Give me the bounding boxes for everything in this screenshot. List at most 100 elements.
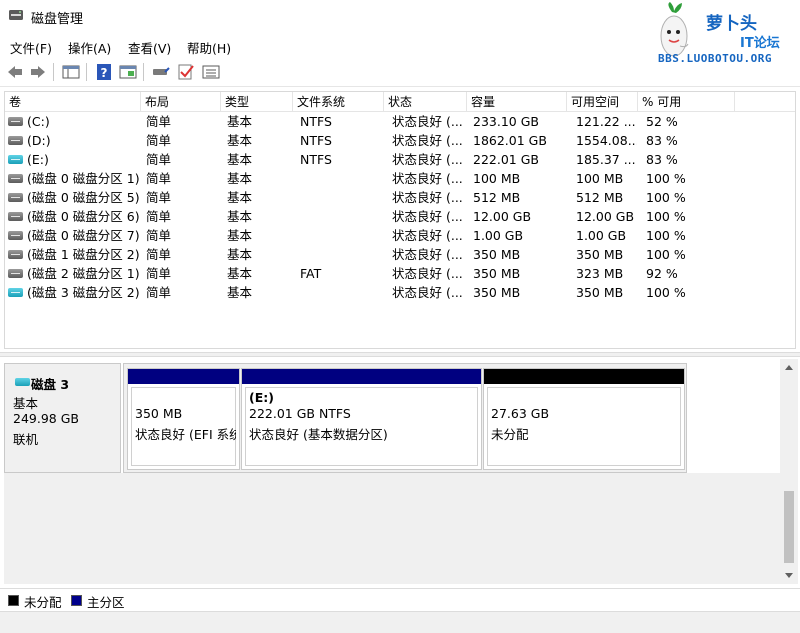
column-header-filesystem[interactable]: 文件系统	[293, 92, 384, 112]
list-view-icon[interactable]	[201, 62, 221, 82]
partition-type-bar	[242, 369, 481, 384]
volume-row[interactable]: (E:) 简单 基本 NTFS 状态良好 (... 222.01 GB 185.…	[5, 150, 795, 169]
partition-unallocated[interactable]: 27.63 GB 未分配	[483, 368, 685, 470]
volume-free-space: 100 MB	[576, 171, 624, 186]
disk-management-app-icon	[9, 10, 23, 20]
volume-status: 状态良好 (...	[392, 171, 463, 186]
volume-layout: 简单	[146, 285, 172, 300]
volume-row[interactable]: (磁盘 3 磁盘分区 2) 简单 基本 状态良好 (... 350 MB 350…	[5, 283, 795, 302]
menu-action[interactable]: 操作(A)	[68, 38, 111, 57]
console-tree-icon[interactable]	[61, 62, 81, 82]
volume-drive-icon	[8, 212, 23, 221]
volume-row[interactable]: (磁盘 0 磁盘分区 5) 简单 基本 状态良好 (... 512 MB 512…	[5, 188, 795, 207]
disk-drive-icon	[15, 378, 30, 386]
column-header-free-space[interactable]: 可用空间	[567, 92, 638, 112]
volume-capacity: 12.00 GB	[473, 209, 532, 224]
svg-text:?: ?	[101, 66, 108, 80]
volume-name: (磁盘 0 磁盘分区 1)	[27, 171, 139, 186]
partition-efi[interactable]: 350 MB 状态良好 (EFI 系统	[127, 368, 240, 470]
volume-layout: 简单	[146, 114, 172, 129]
forward-arrow-icon[interactable]	[28, 62, 48, 82]
help-icon[interactable]: ?	[94, 62, 114, 82]
column-header-type[interactable]: 类型	[221, 92, 293, 112]
volume-row[interactable]: (磁盘 0 磁盘分区 1) 简单 基本 状态良好 (... 100 MB 100…	[5, 169, 795, 188]
column-header-percent-free[interactable]: % 可用	[638, 92, 735, 112]
check-icon[interactable]	[176, 62, 196, 82]
partition-type-bar	[128, 369, 239, 384]
watermark-brand: 萝卜头	[706, 14, 757, 34]
volume-free-space: 1554.08...	[576, 133, 637, 148]
legend-bar: 未分配 主分区	[0, 588, 800, 610]
partition-size: 350 MB	[135, 406, 183, 421]
volume-row[interactable]: (磁盘 0 磁盘分区 6) 简单 基本 状态良好 (... 12.00 GB 1…	[5, 207, 795, 226]
volume-row[interactable]: (磁盘 2 磁盘分区 1) 简单 基本 FAT 状态良好 (... 350 MB…	[5, 264, 795, 283]
volume-filesystem: NTFS	[300, 152, 332, 167]
toolbar: ?	[0, 57, 800, 87]
volume-percent-free: 52 %	[646, 114, 678, 129]
volume-status: 状态良好 (...	[392, 228, 463, 243]
volume-filesystem	[300, 245, 382, 264]
volume-free-space: 12.00 GB	[576, 209, 635, 224]
volume-row[interactable]: (磁盘 0 磁盘分区 7) 简单 基本 状态良好 (... 1.00 GB 1.…	[5, 226, 795, 245]
volume-filesystem	[300, 283, 382, 302]
scroll-up-arrow-icon[interactable]	[785, 365, 793, 370]
volume-drive-icon	[8, 231, 23, 240]
volume-free-space: 323 MB	[576, 266, 624, 281]
volume-percent-free: 92 %	[646, 266, 678, 281]
disk-info-panel[interactable]: 磁盘 3 基本 249.98 GB 联机	[4, 363, 121, 473]
volume-capacity: 512 MB	[473, 190, 521, 205]
volume-filesystem: FAT	[300, 266, 322, 281]
toolbar-separator	[143, 63, 144, 81]
volume-row[interactable]: (C:) 简单 基本 NTFS 状态良好 (... 233.10 GB 121.…	[5, 112, 795, 131]
volume-filesystem	[300, 188, 382, 207]
volume-drive-icon	[8, 155, 23, 164]
scrollbar-thumb[interactable]	[784, 491, 794, 563]
partition-e-drive[interactable]: (E:) 222.01 GB NTFS 状态良好 (基本数据分区)	[241, 368, 482, 470]
column-header-layout[interactable]: 布局	[141, 92, 221, 112]
volume-free-space: 121.22 ...	[576, 114, 636, 129]
volume-percent-free: 83 %	[646, 152, 678, 167]
column-header-capacity[interactable]: 容量	[467, 92, 567, 112]
partition-type-bar	[484, 369, 684, 384]
volume-type: 基本	[227, 209, 253, 224]
column-header-volume[interactable]: 卷	[5, 92, 141, 112]
menu-file[interactable]: 文件(F)	[10, 38, 52, 57]
volume-type: 基本	[227, 152, 253, 167]
volume-drive-icon	[8, 174, 23, 183]
volume-layout: 简单	[146, 133, 172, 148]
volume-layout: 简单	[146, 190, 172, 205]
volume-percent-free: 100 %	[646, 209, 686, 224]
volume-free-space: 350 MB	[576, 285, 624, 300]
menu-view[interactable]: 查看(V)	[128, 38, 171, 57]
volume-capacity: 1.00 GB	[473, 228, 524, 243]
watermark-sub: IT论坛	[740, 36, 780, 51]
volume-name: (E:)	[27, 152, 49, 167]
disk-partitions: 350 MB 状态良好 (EFI 系统 (E:) 222.01 GB NTFS …	[123, 363, 687, 473]
volume-status: 状态良好 (...	[392, 209, 463, 224]
partition-status: 未分配	[491, 427, 529, 442]
volume-type: 基本	[227, 114, 253, 129]
scroll-down-arrow-icon[interactable]	[785, 573, 793, 578]
partition-label: (E:)	[249, 390, 274, 405]
volume-filesystem	[300, 226, 382, 245]
volume-list: 卷 布局 类型 文件系统 状态 容量 可用空间 % 可用 (C:) 简单 基本 …	[4, 91, 796, 349]
volume-name: (磁盘 3 磁盘分区 2)	[27, 285, 139, 300]
connect-drive-icon[interactable]	[151, 62, 171, 82]
volume-type: 基本	[227, 171, 253, 186]
volume-type: 基本	[227, 266, 253, 281]
disk-view-scrollbar[interactable]	[780, 359, 798, 584]
properties-icon[interactable]	[118, 62, 138, 82]
column-header-status[interactable]: 状态	[384, 92, 467, 112]
volume-free-space: 185.37 ...	[576, 152, 636, 167]
volume-row[interactable]: (磁盘 1 磁盘分区 2) 简单 基本 状态良好 (... 350 MB 350…	[5, 245, 795, 264]
disk-size: 249.98 GB	[13, 411, 79, 426]
pane-splitter[interactable]	[0, 352, 800, 357]
back-arrow-icon[interactable]	[5, 62, 25, 82]
volume-drive-icon	[8, 136, 23, 145]
menu-help[interactable]: 帮助(H)	[187, 38, 231, 57]
volume-capacity: 350 MB	[473, 266, 521, 281]
volume-type: 基本	[227, 190, 253, 205]
volume-row[interactable]: (D:) 简单 基本 NTFS 状态良好 (... 1862.01 GB 155…	[5, 131, 795, 150]
volume-drive-icon	[8, 193, 23, 202]
volume-name: (D:)	[27, 133, 51, 148]
